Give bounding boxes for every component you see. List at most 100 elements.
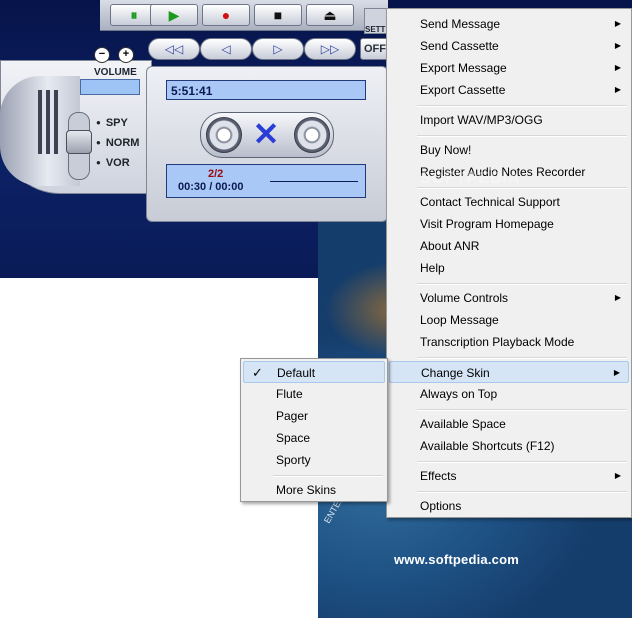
pause-icon: ⏸ — [130, 7, 138, 23]
skin-item-flute[interactable]: Flute — [243, 383, 385, 405]
mode-slider-handle[interactable] — [66, 130, 92, 154]
submenu-arrow-icon: ▶ — [614, 41, 621, 50]
menu-item-send-cassette[interactable]: Send Cassette ▶ — [389, 35, 629, 57]
menu-item-about[interactable]: About ANR — [389, 235, 629, 257]
volume-up-button[interactable]: + — [118, 47, 134, 63]
grip-line — [46, 90, 50, 154]
left-reel-icon — [206, 117, 242, 153]
menu-separator — [417, 461, 627, 463]
menu-separator — [417, 491, 627, 493]
menu-separator — [417, 283, 627, 285]
context-menu: Send Message ▶ Send Cassette ▶ Export Mess… — [386, 8, 632, 518]
rewind-icon: ◁◁ — [164, 42, 184, 56]
volume-down-button[interactable]: − — [94, 47, 110, 63]
menu-item-label: Contact Technical Support — [420, 195, 560, 209]
next-button[interactable]: ▷ — [252, 38, 304, 60]
menu-item-label: Visit Program Homepage — [420, 217, 554, 231]
menu-item-options[interactable]: Options — [389, 495, 629, 517]
menu-item-always-on-top[interactable]: Always on Top — [389, 383, 629, 405]
skin-item-label: Space — [276, 431, 311, 445]
message-time: 00:30 / 00:00 — [178, 181, 244, 193]
menu-item-label: Transcription Playback Mode — [420, 335, 575, 349]
submenu-arrow-icon: ▶ — [614, 19, 621, 28]
message-index: 2/2 — [208, 168, 224, 180]
eject-button[interactable]: ⏏ — [306, 4, 354, 26]
submenu-arrow-icon: ▶ — [614, 471, 621, 480]
menu-item-label: Effects — [420, 469, 457, 483]
menu-item-transcription-mode[interactable]: Transcription Playback Mode — [389, 331, 629, 353]
eject-icon: ⏏ — [323, 7, 337, 23]
menu-separator — [417, 135, 627, 137]
right-reel-icon — [294, 117, 330, 153]
menu-item-label: Available Shortcuts (F12) — [420, 439, 555, 453]
menu-item-label: Always on Top — [420, 387, 498, 401]
skin-item-label: Flute — [276, 387, 303, 401]
volume-buttons: − + — [94, 44, 142, 63]
menu-item-label: About ANR — [420, 239, 480, 253]
menu-item-label: Loop Message — [420, 313, 499, 327]
menu-item-effects[interactable]: Effects ▶ — [389, 465, 629, 487]
skin-item-sporty[interactable]: Sporty — [243, 449, 385, 471]
stop-button[interactable]: ■ — [254, 4, 302, 26]
grip-line — [38, 90, 42, 154]
record-icon: ● — [221, 7, 231, 23]
menu-item-send-message[interactable]: Send Message ▶ — [389, 13, 629, 35]
submenu-arrow-icon: ▶ — [614, 63, 621, 72]
menu-item-label: Change Skin — [421, 366, 490, 380]
skin-item-pager[interactable]: Pager — [243, 405, 385, 427]
menu-item-visit-homepage[interactable]: Visit Program Homepage — [389, 213, 629, 235]
volume-level-bar[interactable] — [80, 79, 140, 95]
menu-item-change-skin[interactable]: Change Skin ▶ — [389, 361, 629, 383]
menu-item-label: Options — [420, 499, 462, 513]
grip-line — [54, 90, 58, 154]
menu-item-available-space[interactable]: Available Space — [389, 413, 629, 435]
mode-spy-label[interactable]: SPY — [96, 117, 128, 129]
menu-separator — [273, 475, 383, 477]
skin-item-label: Pager — [276, 409, 309, 423]
menu-item-loop-message[interactable]: Loop Message — [389, 309, 629, 331]
play-button[interactable]: ▶ — [150, 4, 198, 26]
skin-item-label: Sporty — [276, 453, 311, 467]
skin-item-more-skins[interactable]: More Skins — [243, 479, 385, 501]
previous-button[interactable]: ◁ — [200, 38, 252, 60]
menu-item-label: Volume Controls — [420, 291, 509, 305]
menu-item-help[interactable]: Help — [389, 257, 629, 279]
menu-item-label: Send Message — [420, 17, 501, 31]
skin-item-space[interactable]: Space — [243, 427, 385, 449]
skin-item-label: More Skins — [276, 483, 337, 497]
menu-item-export-message[interactable]: Export Message ▶ — [389, 57, 629, 79]
menu-item-label: Buy Now! — [420, 143, 472, 157]
play-icon: ▶ — [168, 7, 180, 23]
menu-item-contact-support[interactable]: Contact Technical Support — [389, 191, 629, 213]
record-button[interactable]: ● — [202, 4, 250, 26]
mode-norm-label[interactable]: NORM — [96, 137, 140, 149]
skin-item-label: Default — [277, 366, 316, 380]
menu-item-volume-controls[interactable]: Volume Controls ▶ — [389, 287, 629, 309]
menu-item-import[interactable]: Import WAV/MP3/OGG — [389, 109, 629, 131]
menu-item-label: Help — [420, 261, 445, 275]
mode-vor-label[interactable]: VOR — [96, 157, 130, 169]
anr-logo-icon: ✕ — [252, 116, 280, 152]
volume-label: VOLUME — [94, 67, 137, 78]
next-icon: ▷ — [273, 42, 283, 56]
submenu-arrow-icon: ▶ — [614, 85, 621, 94]
menu-separator — [417, 409, 627, 411]
skin-submenu: ✓ Default Flute Pager Space Sporty More S… — [240, 358, 388, 502]
skin-item-default[interactable]: ✓ Default — [243, 361, 385, 383]
menu-item-label: Send Cassette — [420, 39, 499, 53]
menu-item-label: Available Space — [420, 417, 506, 431]
menu-item-label: Export Message — [420, 61, 507, 75]
rewind-button[interactable]: ◁◁ — [148, 38, 200, 60]
previous-icon: ◁ — [221, 42, 231, 56]
fast-forward-button[interactable]: ▷▷ — [304, 38, 356, 60]
audio-notes-recorder-player: SPY NORM VOR ⏸ ▶ ● ■ ⏏ SETTI −+ VOLUME ◁… — [0, 0, 400, 222]
checkmark-icon: ✓ — [252, 365, 263, 380]
softpedia-watermark: SOFTPEDIA — [420, 170, 521, 187]
submenu-arrow-icon: ▶ — [614, 293, 621, 302]
time-display: 5:51:41 — [166, 80, 366, 100]
submenu-arrow-icon: ▶ — [613, 368, 620, 377]
menu-item-available-shortcuts[interactable]: Available Shortcuts (F12) — [389, 435, 629, 457]
menu-item-export-cassette[interactable]: Export Cassette ▶ — [389, 79, 629, 101]
menu-item-buy-now[interactable]: Buy Now! — [389, 139, 629, 161]
progress-line — [270, 181, 358, 182]
